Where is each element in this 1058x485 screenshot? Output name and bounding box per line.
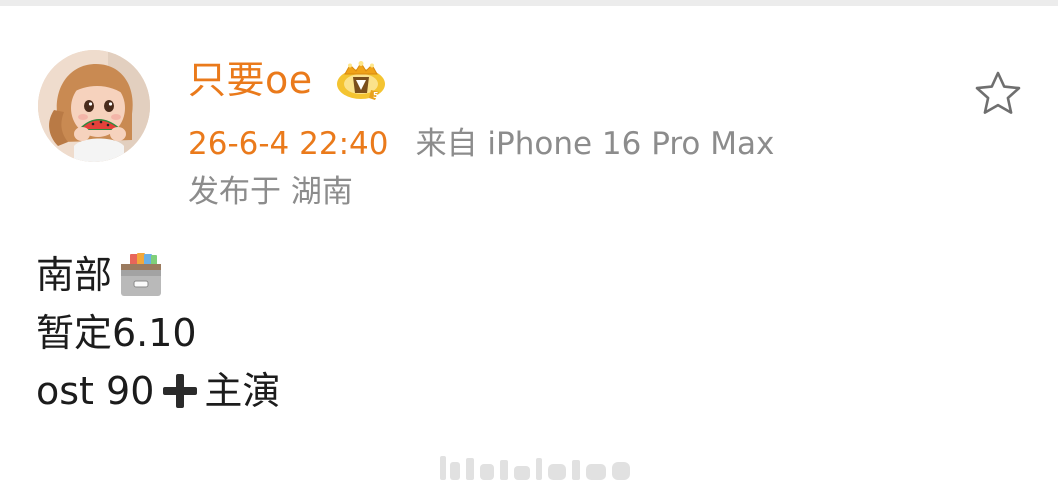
- content-text-3b: 主演: [204, 369, 281, 413]
- content-line-2: 暂定6.10: [36, 304, 280, 362]
- post-content: 南部 暂定6.10 ost 90 主演: [36, 246, 280, 420]
- favorite-button[interactable]: [970, 66, 1026, 122]
- post-meta: 26-6-4 22:40 来自 iPhone 16 Pro Max: [188, 122, 774, 166]
- post-time[interactable]: 26-6-4 22:40: [188, 126, 388, 162]
- content-text-1: 南部: [36, 253, 113, 297]
- card-file-box-emoji-icon: [116, 250, 166, 300]
- heavy-plus-sign-emoji-icon: [158, 369, 202, 413]
- vip-crown-badge-icon[interactable]: 5: [335, 60, 387, 104]
- content-line-1: 南部: [36, 246, 280, 304]
- content-line-3: ost 90 主演: [36, 362, 280, 420]
- avatar[interactable]: [38, 50, 150, 162]
- weibo-post-card: 只要oe 5 26-6-4 22:40 来自 iPhone 16 Pro Max…: [0, 6, 1058, 485]
- post-location: 发布于 湖南: [188, 174, 353, 210]
- girl-eating-watermelon-avatar-icon: [38, 50, 150, 162]
- content-text-2: 暂定6.10: [36, 311, 197, 355]
- post-source: 来自 iPhone 16 Pro Max: [415, 126, 775, 162]
- svg-text:5: 5: [373, 91, 379, 100]
- blurred-watermark-decoration: [436, 446, 636, 485]
- author-name[interactable]: 只要oe: [188, 56, 313, 104]
- content-text-3a: ost 90: [36, 369, 155, 413]
- star-outline-icon: [975, 71, 1021, 114]
